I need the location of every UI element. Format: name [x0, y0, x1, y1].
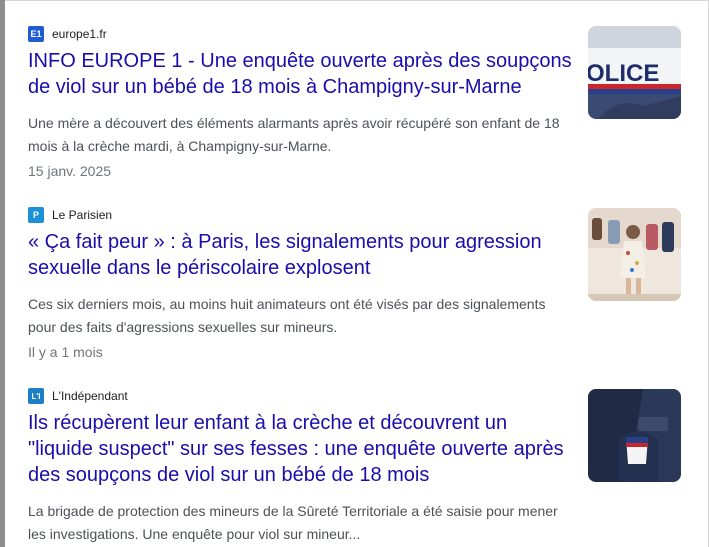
le-parisien-logo-icon: P — [28, 207, 44, 223]
europe1-logo-icon: E1 — [28, 26, 44, 42]
article-thumbnail[interactable] — [588, 208, 681, 301]
source-row: L'I L'Indépendant — [28, 388, 128, 404]
source-name[interactable]: Le Parisien — [52, 208, 112, 222]
lindependant-logo-icon: L'I — [28, 388, 44, 404]
article-thumbnail[interactable]: OLICE — [588, 26, 681, 119]
news-result-3[interactable]: L'I L'Indépendant Ils récupèrent leur en… — [28, 388, 681, 547]
news-result-1[interactable]: E1 europe1.fr INFO EUROPE 1 - Une enquêt… — [28, 26, 681, 186]
child-photo-image — [588, 208, 681, 301]
thumb-text: OLICE — [588, 60, 659, 87]
article-snippet: Une mère a découvert des éléments alarma… — [28, 115, 560, 154]
article-snippet: La brigade de protection des mineurs de … — [28, 503, 558, 542]
news-result-2[interactable]: P Le Parisien « Ça fait peur » : à Paris… — [28, 207, 681, 367]
article-title[interactable]: INFO EUROPE 1 - Une enquête ouverte aprè… — [28, 48, 573, 100]
source-row: E1 europe1.fr — [28, 26, 107, 42]
article-thumbnail[interactable] — [588, 389, 681, 482]
article-title[interactable]: Ils récupèrent leur enfant à la crèche e… — [28, 410, 573, 488]
article-date: Il y a 1 mois — [28, 344, 103, 360]
source-name[interactable]: L'Indépendant — [52, 389, 128, 403]
article-snippet: Ces six derniers mois, au moins huit ani… — [28, 296, 546, 335]
source-row: P Le Parisien — [28, 207, 112, 223]
article-title[interactable]: « Ça fait peur » : à Paris, les signalem… — [28, 229, 573, 281]
top-border — [0, 0, 709, 1]
source-name[interactable]: europe1.fr — [52, 27, 107, 41]
left-scroll-edge — [0, 0, 5, 547]
police-officer-image — [588, 389, 681, 482]
article-date: 15 janv. 2025 — [28, 163, 112, 179]
police-car-image: OLICE — [588, 26, 681, 119]
